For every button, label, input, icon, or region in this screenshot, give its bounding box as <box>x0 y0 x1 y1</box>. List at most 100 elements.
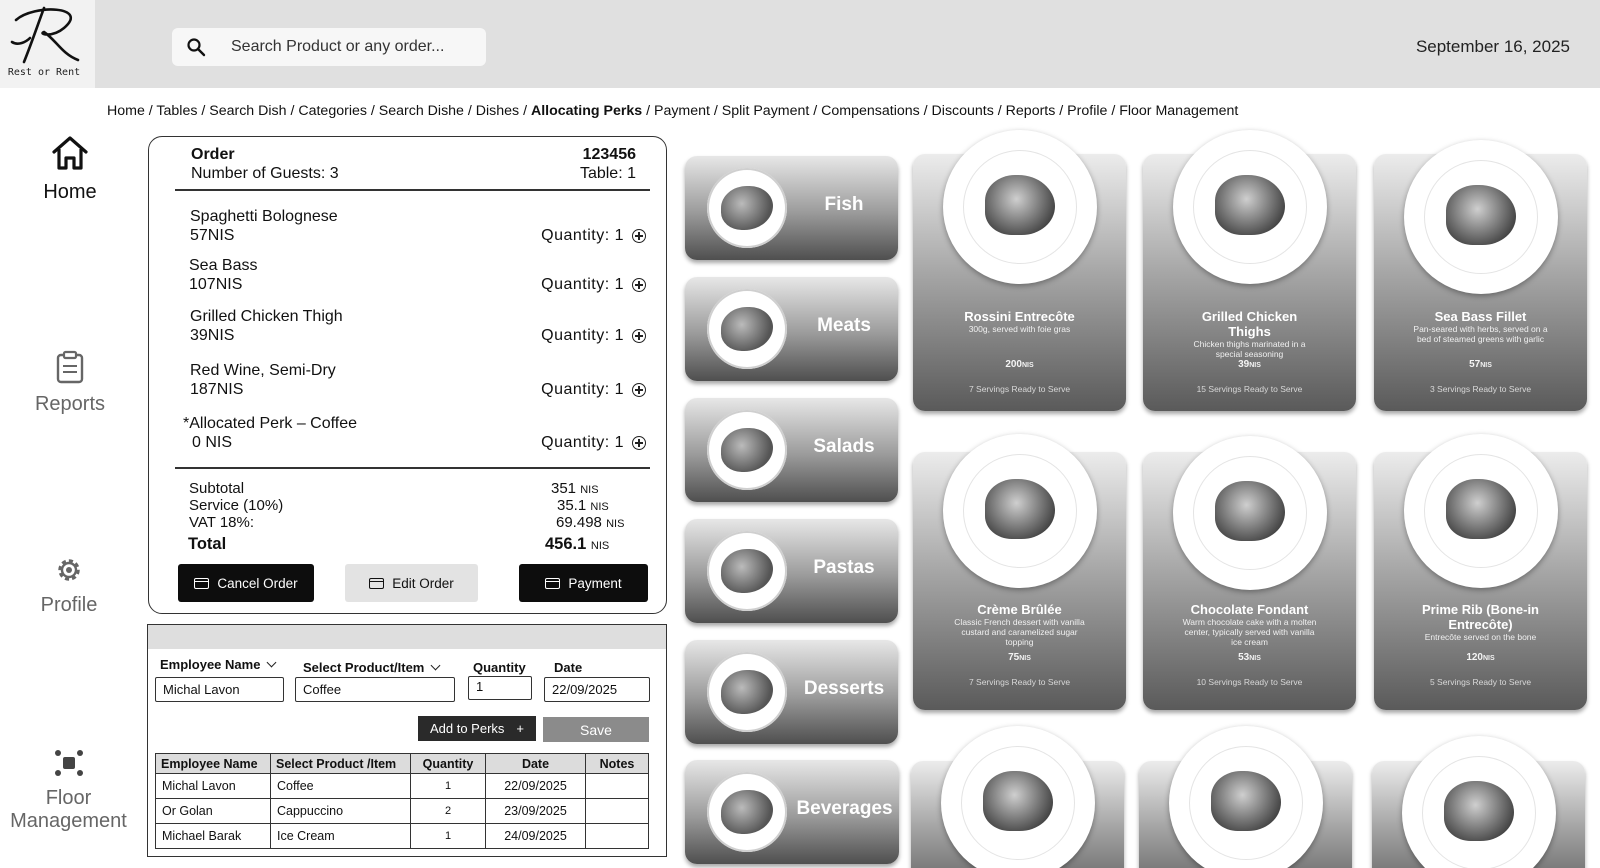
column-header: Quantity <box>410 753 486 774</box>
quantity-label: Quantity: 1 <box>541 327 624 344</box>
logo[interactable]: Rest or Rent <box>0 0 95 88</box>
service-amount: 35.1 <box>557 497 587 514</box>
category-pastas[interactable]: Pastas <box>685 519 898 623</box>
order-title: Order <box>191 146 235 163</box>
employee-name-field[interactable]: Michal Lavon <box>155 677 284 702</box>
nav-reports[interactable]: Reports <box>0 350 140 416</box>
dish-card[interactable] <box>911 726 1124 868</box>
fish-plate-image <box>707 168 787 248</box>
payment-label: Payment <box>568 575 622 591</box>
dish-price-amount: 120 <box>1466 652 1483 663</box>
category-salads[interactable]: Salads <box>685 398 898 502</box>
payment-button[interactable]: Payment <box>519 564 648 602</box>
current-date: September 16, 2025 <box>1415 37 1570 56</box>
save-button[interactable]: Save <box>543 717 649 742</box>
currency-label: NIS <box>606 518 625 530</box>
item-price: 0 NIS <box>192 434 233 451</box>
dish-image <box>1173 436 1327 590</box>
dish-card[interactable]: Rossini Entrecôte 300g, served with foie… <box>913 130 1126 411</box>
salads-plate-image <box>707 410 787 490</box>
nav-profile[interactable]: Profile <box>0 555 138 617</box>
price-unit: NIS <box>1019 655 1031 662</box>
panel-header <box>148 625 666 649</box>
quantity-label: Quantity: 1 <box>541 434 624 451</box>
employee-name-dropdown[interactable]: Employee Name <box>160 657 277 672</box>
gear-icon <box>58 559 80 581</box>
dish-card[interactable] <box>1139 726 1352 868</box>
item-name: Spaghetti Bolognese <box>190 208 338 225</box>
nav-home-label: Home <box>43 181 97 203</box>
plus-circle-icon[interactable] <box>632 278 646 292</box>
card-icon <box>545 577 561 589</box>
cell-notes[interactable] <box>585 773 649 799</box>
search-icon <box>187 38 206 57</box>
dish-description: Entrecôte served on the bone <box>1424 632 1537 642</box>
item-quantity: Quantity: 1 <box>541 434 646 452</box>
dish-image <box>1402 736 1556 868</box>
category-desserts[interactable]: Desserts <box>685 640 898 744</box>
cell-quantity: 1 <box>410 773 486 799</box>
breadcrumb-trail-before[interactable]: Home / Tables / Search Dish / Categories… <box>107 103 531 119</box>
beverages-cup-image <box>707 772 787 852</box>
dish-price: 53NIS <box>1143 652 1356 663</box>
cell-notes[interactable] <box>585 823 649 849</box>
item-price: 57NIS <box>190 227 235 244</box>
currency-label: NIS <box>580 484 599 496</box>
add-to-perks-button[interactable]: Add to Perks + <box>418 716 536 741</box>
plus-circle-icon[interactable] <box>632 436 646 450</box>
category-meats[interactable]: Meats <box>685 277 898 381</box>
dish-image <box>1404 434 1558 588</box>
dish-card[interactable]: Prime Rib (Bone-in Entrecôte) Entrecôte … <box>1374 434 1587 710</box>
table-row[interactable]: Or Golan Cappuccino 2 23/09/2025 <box>155 798 649 824</box>
breadcrumb[interactable]: Home / Tables / Search Dish / Categories… <box>107 103 1238 119</box>
dish-name: Sea Bass Fillet <box>1434 309 1527 324</box>
dish-card[interactable]: Grilled Chicken Thighs Chicken thighs ma… <box>1143 130 1356 411</box>
perk-allocation-panel: Employee Name Select Product/Item Quanti… <box>147 624 667 857</box>
search-bar[interactable]: Search Product or any order... <box>172 28 486 66</box>
dish-price-amount: 53 <box>1238 652 1250 663</box>
pastas-plate-image <box>707 531 787 611</box>
cell-date: 24/09/2025 <box>485 823 586 849</box>
plus-circle-icon[interactable] <box>632 383 646 397</box>
dish-servings: 5 Servings Ready to Serve <box>1429 677 1532 687</box>
price-unit: NIS <box>1249 655 1261 662</box>
dish-servings: 7 Servings Ready to Serve <box>968 677 1071 687</box>
column-header: Notes <box>585 753 649 774</box>
dish-price-amount: 57 <box>1469 359 1481 370</box>
product-dropdown[interactable]: Select Product/Item <box>303 660 441 675</box>
nav-profile-label: Profile <box>40 594 98 616</box>
edit-order-button[interactable]: Edit Order <box>345 564 478 602</box>
nav-home[interactable]: Home <box>0 134 140 204</box>
dish-card[interactable]: Chocolate Fondant Warm chocolate cake wi… <box>1143 436 1356 710</box>
plus-circle-icon[interactable] <box>632 329 646 343</box>
divider <box>175 189 650 191</box>
total-label: Total <box>188 535 227 553</box>
perks-table: Employee Name Select Product /Item Quant… <box>155 753 649 849</box>
category-fish[interactable]: Fish <box>685 156 898 260</box>
category-beverages[interactable]: Beverages <box>685 760 899 864</box>
dish-card[interactable] <box>1372 736 1585 868</box>
breadcrumb-trail-after[interactable]: / Payment / Split Payment / Compensation… <box>642 103 1238 119</box>
cancel-order-button[interactable]: Cancel Order <box>178 564 314 602</box>
nav-reports-label: Reports <box>34 393 106 415</box>
price-unit: NIS <box>1022 362 1034 369</box>
cell-notes[interactable] <box>585 798 649 824</box>
quantity-field[interactable]: 1 <box>468 676 532 700</box>
plus-circle-icon[interactable] <box>632 229 646 243</box>
subtotal-value: 351 NIS <box>551 480 599 497</box>
table-row[interactable]: Michal Lavon Coffee 1 22/09/2025 <box>155 773 649 799</box>
search-input[interactable]: Search Product or any order... <box>231 38 444 56</box>
nav-floor-management[interactable]: Floor Management <box>0 748 137 833</box>
date-field[interactable]: 22/09/2025 <box>544 677 650 702</box>
cell-employee: Or Golan <box>155 798 271 824</box>
product-field[interactable]: Coffee <box>295 677 455 702</box>
dish-card[interactable]: Sea Bass Fillet Pan-seared with herbs, s… <box>1374 140 1587 411</box>
cell-product: Cappuccino <box>270 798 411 824</box>
dish-card[interactable]: Crème Brûlée Classic French dessert with… <box>913 434 1126 710</box>
item-name: Sea Bass <box>189 257 258 274</box>
chevron-down-icon <box>266 657 277 668</box>
table-row[interactable]: Michael Barak Ice Cream 1 24/09/2025 <box>155 823 649 849</box>
dish-price: 200NIS <box>913 359 1126 370</box>
cell-date: 22/09/2025 <box>485 773 586 799</box>
dish-price: 75NIS <box>913 652 1126 663</box>
